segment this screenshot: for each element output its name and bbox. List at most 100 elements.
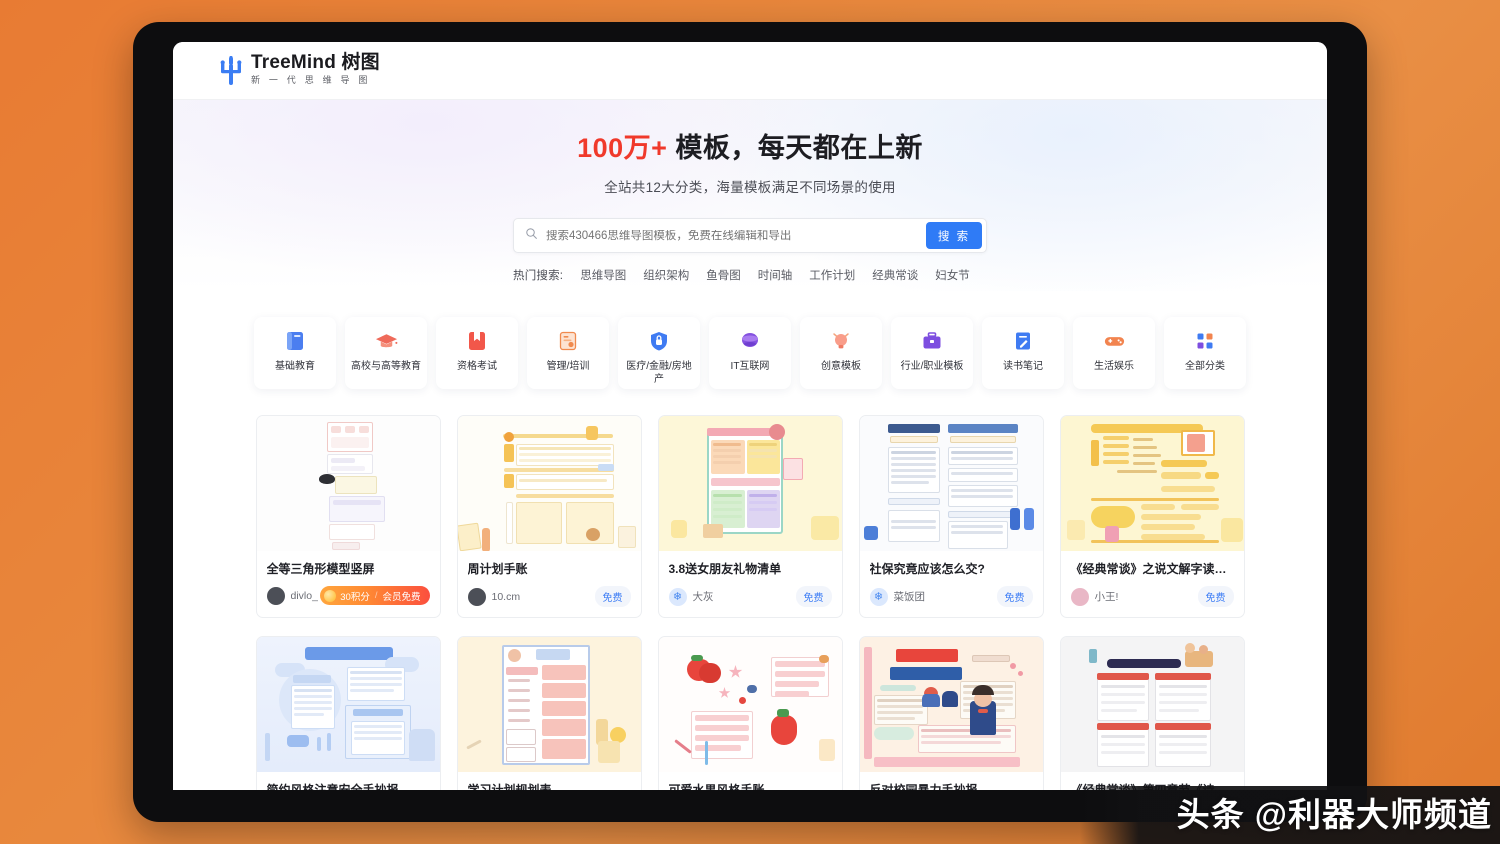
network-icon: [737, 328, 763, 354]
template-card[interactable]: 简约风格注意安全手抄报 ❄ 王小二 免费: [255, 636, 441, 790]
hot-search-label: 热门搜索:: [513, 270, 564, 282]
template-thumbnail: [1060, 416, 1244, 551]
template-title: 简约风格注意安全手抄报: [266, 783, 399, 790]
coin-icon: [324, 589, 337, 602]
template-card[interactable]: 反对校园暴力手抄报 divlo_ 免费: [858, 636, 1044, 790]
site-logo[interactable]: TreeMind 树图 新 一 代 思 维 导 图: [218, 53, 380, 87]
template-card[interactable]: 周计划手账 10.cm 免费: [456, 415, 642, 618]
browser-window: TreeMind 树图 新 一 代 思 维 导 图 100万+ 模板，每天都在上…: [173, 42, 1327, 790]
template-card[interactable]: 学习计划规划表 ❄ 大灰 免费: [456, 636, 642, 790]
lock-shield-icon: [646, 328, 672, 354]
template-title: 反对校园暴力手抄报: [869, 783, 978, 790]
template-author: ❄ 菜饭团: [869, 587, 926, 606]
avatar: ❄: [668, 587, 687, 606]
category-label: 医疗/金融/房地产: [626, 361, 692, 385]
category-label: IT互联网: [730, 361, 770, 372]
template-thumbnail: [1060, 637, 1244, 772]
search-input[interactable]: [538, 229, 926, 242]
graduation-cap-icon: [373, 328, 399, 354]
status-badge-points: 30积分 / 会员免费: [320, 586, 430, 605]
badge-points-label: 30积分: [340, 591, 370, 603]
category-item-10[interactable]: 全部分类: [1164, 317, 1246, 389]
template-card[interactable]: 3.8送女朋友礼物清单 ❄ 大灰 免费: [657, 415, 843, 618]
category-label: 读书笔记: [1003, 361, 1043, 372]
author-name: 大灰: [692, 591, 714, 603]
template-card[interactable]: 社保究竟应该怎么交? ❄ 菜饭团 免费: [858, 415, 1044, 618]
template-card[interactable]: 《经典常谈》第四章节《诗经... ❄ 王小二 免费: [1059, 636, 1245, 790]
template-title: 学习计划规划表: [467, 783, 552, 790]
category-list: 基础教育 高校与高等教育 资格考试 管理/培训 医疗/金融/房地产 IT互联网 …: [173, 291, 1327, 397]
category-item-5[interactable]: IT互联网: [709, 317, 791, 389]
template-author: divlo_: [266, 586, 318, 605]
avatar: ❄: [869, 587, 888, 606]
search-button[interactable]: 搜 索: [926, 222, 982, 249]
template-title: 《经典常谈》之说文解字读书...: [1070, 562, 1234, 576]
hot-search-item-6[interactable]: 妇女节: [935, 267, 970, 283]
badge-member-label: 会员免费: [382, 591, 421, 603]
category-item-0[interactable]: 基础教育: [254, 317, 336, 389]
category-label: 基础教育: [275, 361, 315, 372]
category-label: 管理/培训: [546, 361, 590, 372]
logo-title: TreeMind 树图: [251, 52, 380, 74]
status-badge-free: 免费: [1197, 586, 1234, 607]
author-name: 菜饭团: [893, 591, 926, 603]
template-title: 全等三角形模型竖屏: [266, 562, 375, 576]
category-item-2[interactable]: 资格考试: [436, 317, 518, 389]
status-badge-free: 免费: [594, 586, 631, 607]
hot-search-item-2[interactable]: 鱼骨图: [706, 267, 741, 283]
page-title: 100万+ 模板，每天都在上新: [173, 126, 1327, 165]
template-thumbnail: [256, 416, 440, 551]
category-item-7[interactable]: 行业/职业模板: [891, 317, 973, 389]
tree-logo-icon: [218, 55, 244, 86]
status-badge-free: 免费: [996, 586, 1033, 607]
watermark: 头条 @利器大师频道: [1176, 796, 1492, 833]
author-name: 10.cm: [491, 590, 521, 603]
category-item-4[interactable]: 医疗/金融/房地产: [618, 317, 700, 389]
template-card[interactable]: 全等三角形模型竖屏 divlo_ 30积分 / 会员免费: [255, 415, 441, 618]
template-thumbnail: [859, 416, 1043, 551]
template-grid: 全等三角形模型竖屏 divlo_ 30积分 / 会员免费 周计划手账 10.cm…: [173, 397, 1327, 790]
lightbulb-icon: [828, 328, 854, 354]
template-title: 周计划手账: [467, 562, 528, 576]
hot-search-item-0[interactable]: 思维导图: [580, 267, 626, 283]
template-title: 社保究竟应该怎么交?: [869, 562, 985, 576]
badge-divider: /: [374, 590, 378, 601]
hot-search-item-1[interactable]: 组织架构: [643, 267, 689, 283]
gamepad-icon: [1101, 328, 1127, 354]
hot-search-row: 热门搜索: 思维导图 组织架构 鱼骨图 时间轴 工作计划 经典常谈 妇女节: [513, 267, 987, 283]
category-item-8[interactable]: 读书笔记: [982, 317, 1064, 389]
hot-search-item-3[interactable]: 时间轴: [758, 267, 793, 283]
category-label: 高校与高等教育: [351, 361, 421, 372]
category-item-1[interactable]: 高校与高等教育: [345, 317, 427, 389]
briefcase-icon: [919, 328, 945, 354]
hero-subtitle: 全站共12大分类，海量模板满足不同场景的使用: [604, 180, 896, 195]
category-item-6[interactable]: 创意模板: [800, 317, 882, 389]
template-author: 小王!: [1070, 587, 1119, 606]
template-title: 可爱水果风格手账: [668, 783, 765, 790]
clipboard-icon: [555, 328, 581, 354]
template-author: ❄ 大灰: [668, 587, 714, 606]
category-label: 创意模板: [821, 361, 861, 372]
site-header: TreeMind 树图 新 一 代 思 维 导 图: [173, 42, 1327, 100]
template-thumbnail: [658, 416, 842, 551]
avatar: [467, 587, 486, 606]
template-card[interactable]: 《经典常谈》之说文解字读书... 小王! 免费: [1059, 415, 1245, 618]
template-title: 3.8送女朋友礼物清单: [668, 562, 782, 576]
template-thumbnail: [658, 637, 842, 772]
template-thumbnail: [457, 416, 641, 551]
notebook-pen-icon: [1010, 328, 1036, 354]
grid-icon: [1192, 328, 1218, 354]
template-author: 10.cm: [467, 587, 521, 606]
hot-search-item-5[interactable]: 经典常谈: [872, 267, 918, 283]
category-item-9[interactable]: 生活娱乐: [1073, 317, 1155, 389]
hot-search-item-4[interactable]: 工作计划: [809, 267, 855, 283]
hero-title-rest: 模板，每天都在上新: [667, 133, 923, 163]
category-label: 生活娱乐: [1094, 361, 1134, 372]
search-bar[interactable]: 搜 索: [513, 218, 987, 253]
category-label: 行业/职业模板: [900, 361, 964, 372]
status-badge-free: 免费: [795, 586, 832, 607]
template-card[interactable]: 可爱水果风格手账 ❄ 王小二 免费: [657, 636, 843, 790]
category-item-3[interactable]: 管理/培训: [527, 317, 609, 389]
avatar: [1070, 587, 1089, 606]
author-name: 小王!: [1094, 591, 1119, 603]
